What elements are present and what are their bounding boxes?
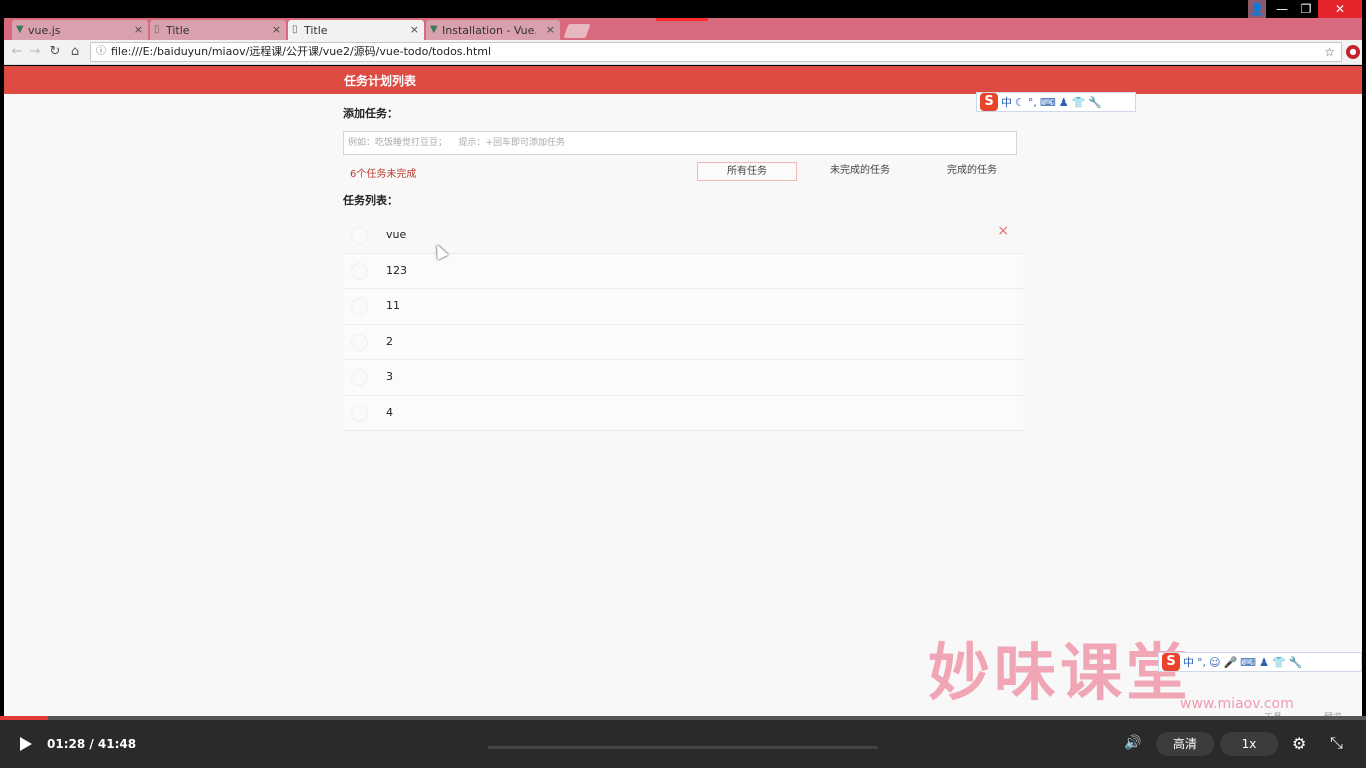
page-viewport: 任务计划列表 添加任务： 6个任务未完成 所有任务 未完成的任务 完成的任务 任… [4,66,1362,720]
ime-mode-label[interactable]: 中 [1001,94,1012,110]
bookmark-star-icon[interactable]: ☆ [1324,43,1335,61]
play-icon[interactable] [20,737,32,751]
user-icon[interactable]: 👤 [1248,0,1266,18]
sogou-logo-icon: S [1162,653,1180,671]
new-tab-button[interactable] [563,24,591,38]
close-tab-icon[interactable]: × [272,23,281,36]
close-tab-icon[interactable]: × [546,23,555,36]
tab-title: Title [166,23,190,37]
vue-logo-icon: ▼ [430,24,438,35]
close-tab-icon[interactable]: × [410,23,419,36]
forward-arrow-icon[interactable]: → [26,43,44,61]
home-icon[interactable]: ⌂ [66,43,84,61]
minimize-button[interactable]: — [1272,0,1292,18]
tab-vuejs[interactable]: ▼ vue.js × [12,20,148,40]
ime-punct-label[interactable]: °, [1028,96,1037,109]
todo-text: 123 [386,263,407,277]
app-header: 任务计划列表 [4,66,1362,94]
todo-checkbox[interactable] [351,333,368,351]
video-player-controls: 01:28 / 41:48 🔊 高清 1x ⚙ ⤡ [0,720,1366,768]
tab-strip: ▼ vue.js × ▯ Title × ▯ Title × ▼ Install… [4,18,1362,40]
recording-indicator [656,18,708,21]
quality-button[interactable]: 高清 [1156,732,1214,756]
todo-item[interactable]: 3 [343,360,1023,396]
todo-checkbox[interactable] [351,227,368,244]
address-bar[interactable]: ⓘ file:///E:/baiduyun/miaov/远程课/公开课/vue2… [90,42,1342,62]
filter-all[interactable]: 所有任务 [697,162,797,181]
back-arrow-icon[interactable]: ← [8,43,26,61]
tab-installation[interactable]: ▼ Installation - Vue.js × [426,20,560,40]
microphone-icon[interactable]: 🎤 [1223,656,1237,669]
shirt-icon[interactable]: 👕 [1072,96,1086,109]
ime-toolbar-top[interactable]: S 中 ☾ °, ⌨ ♟ 👕 🔧 [976,92,1136,112]
filter-finished[interactable]: 完成的任务 [922,162,1022,181]
delete-icon[interactable]: × [997,223,1009,239]
todo-text: 4 [386,405,393,419]
info-icon[interactable]: ⓘ [96,43,106,61]
extension-icon[interactable]: ● [1346,45,1360,59]
todo-item[interactable]: 123 [343,253,1023,289]
tab-title-active[interactable]: ▯ Title × [288,20,424,40]
close-window-button[interactable]: ✕ [1318,0,1362,18]
vue-logo-icon: ▼ [16,24,24,35]
maximize-button[interactable]: ❐ [1296,0,1316,18]
wrench-icon[interactable]: 🔧 [1088,96,1102,109]
page-title: 任务计划列表 [344,74,417,88]
smiley-icon[interactable]: ☺ [1209,656,1220,669]
todo-item[interactable]: 4 [343,395,1023,431]
ime-toolbar-bottom[interactable]: S 中 °, ☺ 🎤 ⌨ ♟ 👕 🔧 [1158,652,1362,672]
todo-checkbox[interactable] [351,369,368,386]
todo-checkbox[interactable] [351,298,368,315]
video-frame: 👤 — ❐ ✕ ▼ vue.js × ▯ Title × ▯ Title × ▼… [0,0,1366,768]
moon-icon[interactable]: ☾ [1015,96,1025,109]
fullscreen-exit-icon[interactable]: ⤡ [1330,733,1343,753]
time-readout: 01:28 / 41:48 [47,737,137,751]
todo-item[interactable]: 11 [343,289,1023,325]
remaining-count: 6个任务未完成 [350,169,417,180]
scrubber-track[interactable] [488,746,878,749]
tab-title: vue.js [28,23,61,37]
user-icon[interactable]: ♟ [1059,96,1069,109]
user-icon[interactable]: ♟ [1259,656,1269,669]
keyboard-icon[interactable]: ⌨ [1240,656,1256,669]
ime-mode-label[interactable]: 中 [1183,654,1194,670]
tab-title-1[interactable]: ▯ Title × [150,20,286,40]
task-list-label: 任务列表： [343,194,398,207]
gear-icon[interactable]: ⚙ [1292,734,1306,753]
wrench-icon[interactable]: 🔧 [1289,656,1303,669]
add-task-label: 添加任务： [343,107,398,120]
close-tab-icon[interactable]: × [134,23,143,36]
reload-icon[interactable]: ↻ [46,43,64,61]
todo-text: 2 [386,334,393,348]
tab-title: Title [304,23,328,37]
url-text: file:///E:/baiduyun/miaov/远程课/公开课/vue2/源… [111,45,492,58]
todo-checkbox[interactable] [351,262,368,280]
keyboard-icon[interactable]: ⌨ [1040,96,1056,109]
todo-text: vue [386,228,407,241]
sogou-logo-icon: S [980,93,998,111]
filter-unfinished[interactable]: 未完成的任务 [810,162,910,181]
todo-text: 11 [386,299,400,312]
task-input[interactable] [343,131,1017,155]
document-icon: ▯ [154,24,160,35]
volume-icon[interactable]: 🔊 [1124,735,1141,751]
todo-checkbox[interactable] [351,404,368,422]
todo-text: 3 [386,370,393,383]
tab-title: Installation - Vue.js [442,23,536,37]
watermark-title: 妙味课堂 [928,636,1193,709]
browser-toolbar: ← → ↻ ⌂ ⓘ file:///E:/baiduyun/miaov/远程课/… [4,40,1362,65]
ime-punct-label[interactable]: °, [1197,656,1206,669]
todo-item[interactable]: 2 [343,324,1023,360]
speed-button[interactable]: 1x [1220,732,1278,756]
shirt-icon[interactable]: 👕 [1272,656,1286,669]
document-icon: ▯ [292,24,298,35]
